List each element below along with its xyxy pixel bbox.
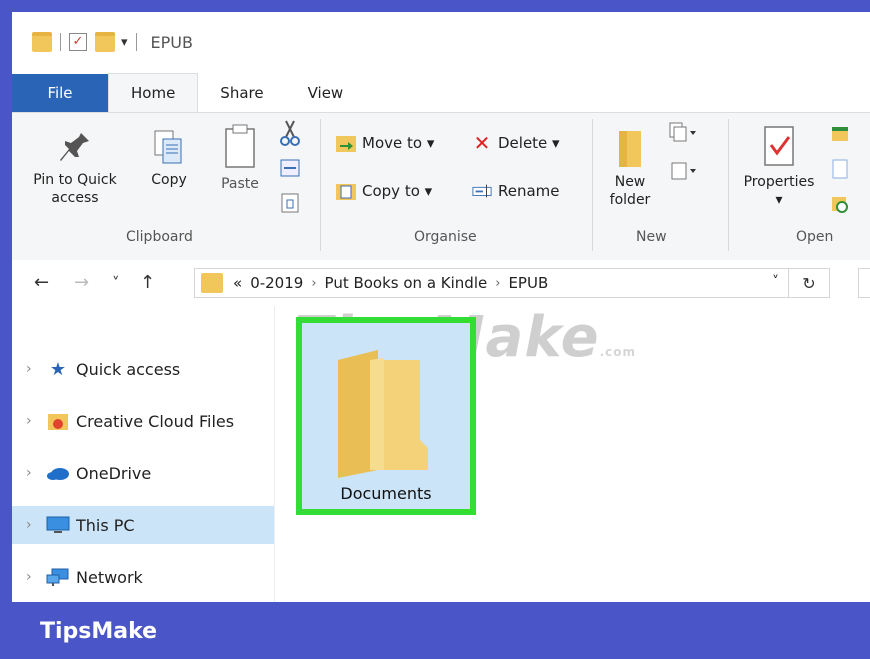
computer-icon xyxy=(46,514,70,536)
folder-icon xyxy=(201,273,223,293)
group-separator xyxy=(592,119,593,251)
expand-chevron-icon[interactable]: › xyxy=(26,517,46,533)
customize-toolbar-icon[interactable]: ▾ xyxy=(121,35,128,50)
cloud-icon xyxy=(46,462,70,484)
ribbon: Pin to Quick access Copy Paste Move to ▾… xyxy=(12,112,870,262)
recent-locations-button[interactable]: ˅ xyxy=(112,274,120,292)
title-bar: ✓ ▾ EPUB xyxy=(12,12,870,72)
group-separator xyxy=(728,119,729,251)
breadcrumb-separator: › xyxy=(495,275,501,291)
expand-chevron-icon[interactable]: › xyxy=(26,361,46,377)
nav-item-label: Creative Cloud Files xyxy=(76,411,235,431)
properties-icon xyxy=(764,126,794,166)
breadcrumb-item[interactable]: 0-2019 xyxy=(250,274,303,292)
nav-item-label: This PC xyxy=(76,515,135,535)
nav-item-network[interactable]: › Network xyxy=(12,558,274,596)
open-icon[interactable] xyxy=(830,121,850,149)
copy-icon xyxy=(154,130,182,164)
history-icon[interactable] xyxy=(830,193,850,219)
cut-icon[interactable] xyxy=(280,119,300,151)
star-icon: ★ xyxy=(49,358,67,380)
refresh-button[interactable]: ↻ xyxy=(788,269,829,297)
tab-view[interactable]: View xyxy=(286,74,366,112)
nav-item-this-pc[interactable]: › This PC xyxy=(12,506,274,544)
move-to-button[interactable]: Move to ▾ xyxy=(336,133,434,153)
tab-share[interactable]: Share xyxy=(198,74,285,112)
address-bar[interactable]: « 0-2019 › Put Books on a Kindle › EPUB … xyxy=(194,268,830,298)
pin-icon xyxy=(60,133,89,161)
new-folder-button[interactable]: New folder xyxy=(602,125,658,209)
paste-label: Paste xyxy=(221,176,259,192)
edit-icon[interactable] xyxy=(830,157,850,185)
move-to-label: Move to ▾ xyxy=(362,134,435,152)
tab-home[interactable]: Home xyxy=(108,73,199,112)
overflow-crumbs-button[interactable]: « xyxy=(233,274,242,292)
address-dropdown-icon[interactable]: ˅ xyxy=(772,274,779,290)
creative-cloud-icon xyxy=(46,410,70,432)
expand-chevron-icon[interactable]: › xyxy=(26,465,46,481)
expand-chevron-icon[interactable]: › xyxy=(26,569,46,585)
nav-item-label: OneDrive xyxy=(76,463,152,483)
rename-label: Rename xyxy=(498,182,560,200)
nav-item-label: Quick access xyxy=(76,359,181,379)
copy-to-icon xyxy=(336,181,356,201)
nav-item-onedrive[interactable]: › OneDrive xyxy=(12,454,274,492)
breadcrumb-item[interactable]: Put Books on a Kindle xyxy=(325,274,488,292)
copy-label: Copy xyxy=(151,172,187,188)
move-to-icon xyxy=(336,133,356,153)
ribbon-tabs: File Home Share View xyxy=(12,72,870,112)
new-folder-label: New folder xyxy=(609,174,651,208)
nav-item-label: Network xyxy=(76,567,143,587)
window-title: EPUB xyxy=(150,32,193,52)
folder-icon xyxy=(32,32,52,52)
rename-icon xyxy=(472,181,492,201)
copy-path-icon[interactable] xyxy=(280,159,300,181)
watermark-suffix: .com xyxy=(599,345,636,359)
properties-dropdown-icon[interactable]: ▾ xyxy=(734,191,824,209)
group-label-clipboard: Clipboard xyxy=(126,229,193,245)
quick-access-toolbar: ✓ ▾ EPUB xyxy=(32,30,193,54)
paste-icon xyxy=(225,124,255,168)
properties-button[interactable]: Properties ▾ xyxy=(734,123,824,209)
breadcrumb-item[interactable]: EPUB xyxy=(508,274,548,292)
new-item-icon[interactable] xyxy=(666,119,700,153)
network-icon xyxy=(46,566,70,588)
expand-chevron-icon[interactable]: › xyxy=(26,413,46,429)
separator xyxy=(60,33,61,51)
delete-icon: ✕ xyxy=(473,131,491,155)
group-label-organise: Organise xyxy=(414,229,477,245)
forward-button[interactable]: → xyxy=(74,272,89,293)
rename-button[interactable]: Rename xyxy=(472,181,560,201)
separator xyxy=(135,33,137,51)
tab-file[interactable]: File xyxy=(12,74,108,112)
pin-label: Pin to Quick access xyxy=(33,172,117,206)
nav-item-creative-cloud-files[interactable]: › Creative Cloud Files xyxy=(12,402,274,440)
new-folder-quick-icon[interactable] xyxy=(95,32,115,52)
copy-button[interactable]: Copy xyxy=(144,127,194,189)
easy-access-icon[interactable] xyxy=(666,157,700,191)
paste-button[interactable]: Paste xyxy=(212,123,268,193)
properties-quick-icon[interactable]: ✓ xyxy=(69,33,87,51)
nav-item-quick-access[interactable]: › ★ Quick access xyxy=(12,350,274,388)
group-label-open: Open xyxy=(796,229,834,245)
refresh-icon: ↻ xyxy=(802,273,816,293)
brand-logo-text: TipsMake xyxy=(40,619,158,644)
breadcrumb-separator: › xyxy=(311,275,317,291)
group-label-new: New xyxy=(636,229,667,245)
delete-label: Delete ▾ xyxy=(498,134,560,152)
group-separator xyxy=(320,119,321,251)
navigation-pane: › ★ Quick access › Creative Cloud Files … xyxy=(12,306,274,602)
new-folder-icon xyxy=(619,131,641,167)
pin-to-quick-access-button[interactable]: Pin to Quick access xyxy=(16,127,134,207)
highlight-box xyxy=(296,317,476,515)
up-button[interactable]: ↑ xyxy=(140,272,155,293)
copy-to-label: Copy to ▾ xyxy=(362,182,433,200)
copy-to-button[interactable]: Copy to ▾ xyxy=(336,181,432,201)
properties-label: Properties xyxy=(743,174,815,190)
address-bar-row: ← → ˅ ↑ « 0-2019 › Put Books on a Kindle… xyxy=(12,260,870,307)
search-input[interactable] xyxy=(858,268,870,298)
back-button[interactable]: ← xyxy=(34,272,49,293)
delete-button[interactable]: ✕ Delete ▾ xyxy=(472,131,560,155)
paste-shortcut-icon[interactable] xyxy=(280,191,300,217)
